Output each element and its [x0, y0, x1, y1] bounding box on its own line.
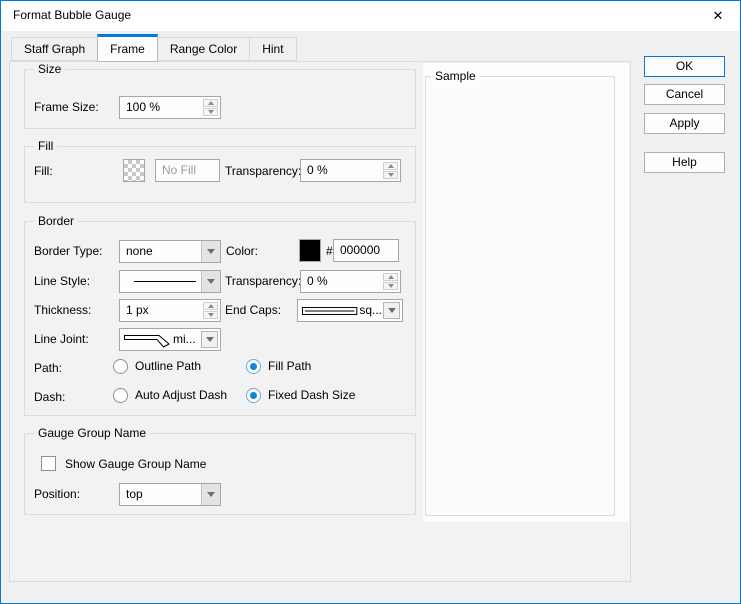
line-joint-value: mi...	[173, 329, 196, 350]
tab-hint[interactable]: Hint	[249, 37, 296, 61]
fill-value: No Fill	[162, 163, 196, 177]
fill-transparency-value: 0 %	[307, 163, 328, 177]
chevron-down-icon[interactable]	[201, 271, 220, 292]
solid-line-icon	[134, 281, 196, 282]
line-style-dropdown[interactable]	[119, 270, 221, 293]
spin-down-icon[interactable]	[383, 282, 398, 290]
dialog-title: Format Bubble Gauge	[13, 8, 131, 22]
spin-up-icon[interactable]	[203, 302, 218, 310]
fill-transparency-spin-buttons	[383, 162, 398, 179]
position-value: top	[126, 487, 143, 501]
fixed-dash-size-radio[interactable]: Fixed Dash Size	[246, 387, 355, 403]
titlebar: Format Bubble Gauge ✕	[1, 1, 740, 31]
radio-icon[interactable]	[246, 388, 261, 403]
border-type-dropdown[interactable]: none	[119, 240, 221, 263]
color-hash-label: #	[326, 244, 333, 259]
border-color-hex-field[interactable]: 000000	[333, 239, 399, 262]
frame-size-spinner[interactable]: 100 %	[119, 96, 221, 119]
sample-title: Sample	[431, 69, 480, 84]
chevron-down-icon[interactable]	[383, 302, 400, 319]
chevron-down-icon[interactable]	[201, 484, 220, 505]
gauge-group-title: Gauge Group Name	[34, 426, 150, 441]
thickness-spin-buttons	[203, 302, 218, 319]
cancel-button[interactable]: Cancel	[644, 84, 725, 105]
end-caps-value: sq...	[359, 300, 382, 321]
fill-transparency-label: Transparency:	[225, 164, 301, 179]
size-group-title: Size	[34, 62, 65, 77]
border-transparency-spin-buttons	[383, 273, 398, 290]
border-transparency-value: 0 %	[307, 274, 328, 288]
chevron-down-icon[interactable]	[201, 241, 220, 262]
chevron-down-icon[interactable]	[201, 331, 218, 348]
border-color-label: Color:	[226, 244, 258, 259]
fill-path-radio[interactable]: Fill Path	[246, 358, 311, 374]
show-gauge-group-name-checkbox[interactable]	[41, 456, 56, 471]
spin-down-icon[interactable]	[203, 108, 218, 116]
sample-preview-area	[425, 76, 615, 516]
size-group: Size Frame Size: 100 %	[24, 69, 416, 129]
line-joint-dropdown[interactable]: mi...	[119, 328, 221, 351]
show-gauge-group-name-label: Show Gauge Group Name	[65, 457, 206, 472]
border-color-hex-value: 000000	[340, 243, 380, 257]
position-label: Position:	[34, 487, 80, 502]
format-bubble-gauge-dialog: Format Bubble Gauge ✕ Staff Graph Frame …	[0, 0, 741, 604]
gauge-group-name-group: Gauge Group Name Show Gauge Group Name P…	[24, 433, 416, 515]
thickness-spinner[interactable]: 1 px	[119, 299, 221, 322]
border-group: Border Border Type: none Color: # 000000…	[24, 221, 416, 416]
fill-path-radio-label: Fill Path	[268, 359, 311, 373]
help-button[interactable]: Help	[644, 152, 725, 173]
ok-button[interactable]: OK	[644, 56, 725, 77]
spin-down-icon[interactable]	[203, 311, 218, 319]
outline-path-radio[interactable]: Outline Path	[113, 358, 201, 374]
fill-color-swatch[interactable]	[123, 159, 145, 182]
fill-transparency-spinner[interactable]: 0 %	[300, 159, 401, 182]
position-dropdown[interactable]: top	[119, 483, 221, 506]
end-caps-dropdown[interactable]: sq...	[297, 299, 403, 322]
sample-panel: Sample	[423, 63, 629, 522]
thickness-label: Thickness:	[34, 303, 91, 318]
spin-up-icon[interactable]	[383, 273, 398, 281]
frame-tab-panel: Size Frame Size: 100 % Fill Fill: No Fil…	[9, 61, 631, 582]
line-style-label: Line Style:	[34, 274, 90, 289]
fixed-dash-size-radio-label: Fixed Dash Size	[268, 388, 355, 402]
dash-label: Dash:	[34, 390, 65, 405]
frame-size-spin-buttons	[203, 99, 218, 116]
spin-down-icon[interactable]	[383, 171, 398, 179]
fill-group-title: Fill	[34, 139, 57, 154]
radio-icon[interactable]	[113, 388, 128, 403]
apply-button[interactable]: Apply	[644, 113, 725, 134]
close-icon[interactable]: ✕	[708, 6, 728, 26]
path-label: Path:	[34, 361, 62, 376]
fill-label: Fill:	[34, 164, 53, 179]
tab-range-color[interactable]: Range Color	[157, 37, 250, 61]
tab-staff-graph[interactable]: Staff Graph	[11, 37, 98, 61]
tab-frame[interactable]: Frame	[97, 34, 158, 62]
border-transparency-label: Transparency:	[225, 274, 301, 289]
spin-up-icon[interactable]	[383, 162, 398, 170]
miter-joint-icon	[123, 332, 173, 348]
border-type-label: Border Type:	[34, 244, 102, 259]
thickness-value: 1 px	[126, 303, 149, 317]
auto-adjust-dash-radio-label: Auto Adjust Dash	[135, 388, 227, 402]
line-joint-label: Line Joint:	[34, 332, 89, 347]
fill-value-field[interactable]: No Fill	[155, 159, 220, 182]
frame-size-value: 100 %	[126, 100, 160, 114]
auto-adjust-dash-radio[interactable]: Auto Adjust Dash	[113, 387, 227, 403]
radio-icon[interactable]	[113, 359, 128, 374]
square-end-cap-icon	[301, 305, 358, 317]
border-transparency-spinner[interactable]: 0 %	[300, 270, 401, 293]
tab-bar: Staff Graph Frame Range Color Hint	[11, 34, 296, 61]
frame-size-label: Frame Size:	[34, 100, 99, 115]
border-type-value: none	[126, 244, 153, 258]
outline-path-radio-label: Outline Path	[135, 359, 201, 373]
fill-group: Fill Fill: No Fill Transparency: 0 %	[24, 146, 416, 203]
radio-icon[interactable]	[246, 359, 261, 374]
spin-up-icon[interactable]	[203, 99, 218, 107]
border-group-title: Border	[34, 214, 78, 229]
end-caps-label: End Caps:	[225, 303, 281, 318]
border-color-swatch[interactable]	[299, 239, 321, 262]
